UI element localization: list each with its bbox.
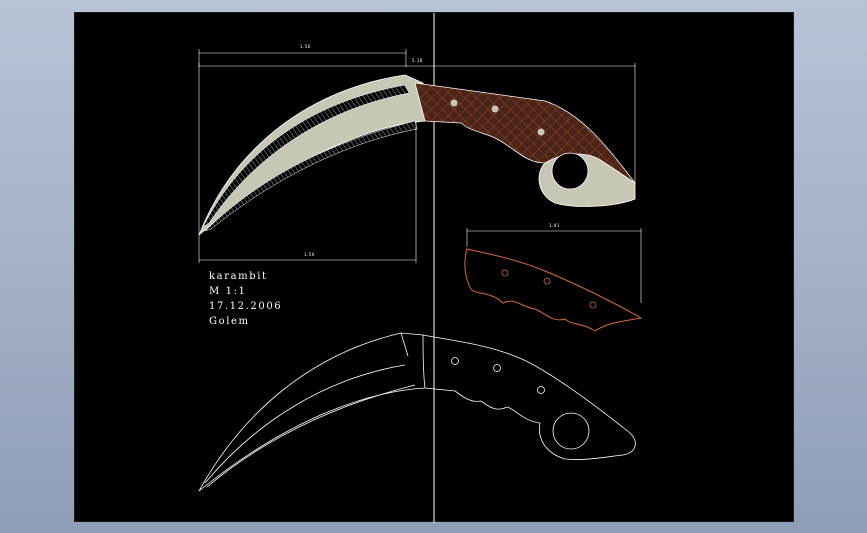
handle-scale-view — [464, 228, 643, 332]
pin-bottom-3 — [537, 386, 545, 394]
karambit-outline-view — [198, 332, 636, 492]
title-name: karambit — [209, 271, 268, 282]
pin-top-1 — [450, 99, 458, 107]
finger-ring-shaded — [538, 153, 636, 207]
cad-drawing — [198, 13, 643, 523]
dimension-label-handle: 1.91 — [549, 223, 560, 228]
blade-outline — [198, 332, 426, 492]
dimension-handle — [466, 228, 642, 303]
finger-ring-hole-top — [551, 152, 589, 190]
title-date: 17.12.2006 — [209, 301, 283, 312]
title-author: Golem — [209, 316, 250, 327]
title-block: karambit M 1:1 17.12.2006 Golem — [209, 269, 282, 329]
title-scale: M 1:1 — [209, 286, 247, 297]
dimension-label-blade-top: 1.56 — [300, 44, 311, 49]
handle-scale-pin-3 — [589, 301, 597, 309]
finger-ring-hole-bottom — [552, 412, 590, 450]
dimension-label-blade-bottom: 1.56 — [304, 252, 315, 257]
dimension-label-overall: 5.18 — [412, 58, 423, 63]
pin-top-2 — [491, 105, 499, 113]
handle-scale-pin-1 — [501, 269, 509, 277]
blade-edge-line-2 — [206, 384, 416, 488]
drawing-canvas[interactable]: 1.56 5.18 1.56 1.91 karambit M 1:1 17.12… — [74, 12, 794, 523]
blade-fuller-line — [400, 332, 409, 357]
handle-scale-outline — [464, 248, 643, 332]
handle-scale-pin-2 — [543, 277, 551, 285]
pin-bottom-2 — [493, 364, 501, 372]
handle-outline — [422, 334, 636, 460]
pin-bottom-1 — [451, 357, 459, 365]
dimension-top-blade — [198, 49, 407, 67]
pin-top-3 — [537, 128, 545, 136]
